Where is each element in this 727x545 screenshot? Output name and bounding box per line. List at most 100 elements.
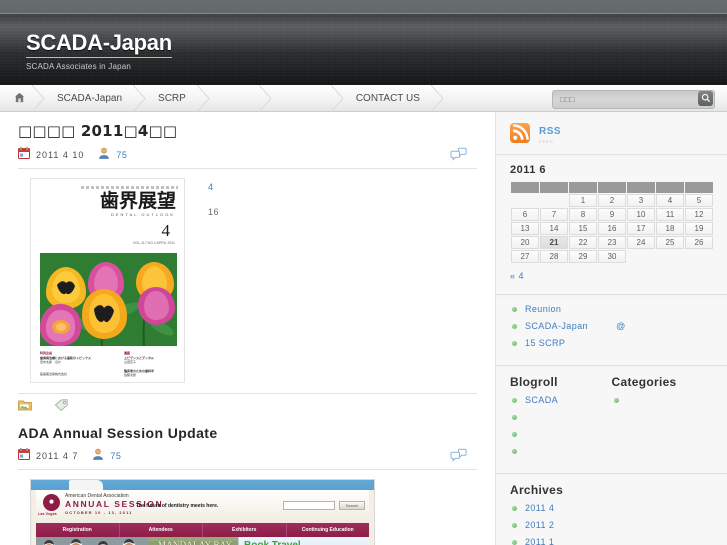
list-item[interactable]: [612, 395, 714, 406]
ada-nav-registration[interactable]: Registration: [36, 523, 119, 537]
calendar-day-27[interactable]: 27: [511, 250, 539, 263]
page-root: SCADA-Japan SCADA Associates in Japan SC…: [0, 0, 727, 545]
calendar-day-empty: [627, 250, 655, 263]
calendar-day-30[interactable]: 30: [598, 250, 626, 263]
post-author[interactable]: 75: [110, 451, 121, 461]
list-item[interactable]: [510, 412, 612, 423]
calendar-day-15[interactable]: 15: [569, 222, 597, 235]
calendar-weekday-sun: [511, 182, 539, 193]
search-button[interactable]: [698, 91, 713, 106]
cover-issue-number: 4: [161, 221, 171, 240]
main-column: □□□□ 2011□4□□ 2011 4 10 75 歯界展望 DENTAL O…: [0, 112, 495, 545]
ada-nav-exhibitors[interactable]: Exhibitors: [202, 523, 286, 537]
calendar-day-26[interactable]: 26: [685, 236, 713, 249]
nav-item-scrp[interactable]: SCRP: [140, 85, 210, 112]
magazine-cover-image[interactable]: 歯界展望 DENTAL OUTLOOK 4 VOL.117 NO.4 APRIL…: [30, 178, 185, 383]
post-side-text: 16: [208, 207, 220, 217]
user-icon: [92, 447, 104, 465]
home-icon: [14, 92, 25, 106]
list-item[interactable]: Reunion: [510, 304, 713, 315]
calendar-day-16[interactable]: 16: [598, 222, 626, 235]
post-title[interactable]: □□□□ 2011□4□□: [18, 122, 477, 140]
tag-icon[interactable]: [54, 398, 68, 416]
list-item[interactable]: SCADA: [510, 395, 612, 406]
calendar-weekday-tue: [569, 182, 597, 193]
calendar-day-12[interactable]: 12: [685, 208, 713, 221]
cover-publisher: 医歯薬出版株式会社: [40, 371, 68, 376]
ada-website-screenshot[interactable]: Las Vegas American Dental Association AN…: [30, 479, 375, 545]
calendar-day-17[interactable]: 17: [627, 222, 655, 235]
calendar-day-21[interactable]: 21: [540, 236, 568, 249]
list-item[interactable]: 15 SCRP: [510, 338, 713, 349]
calendar-day-8[interactable]: 8: [569, 208, 597, 221]
search-input[interactable]: [552, 90, 715, 109]
nav-item-home[interactable]: [0, 85, 45, 112]
calendar-day-14[interactable]: 14: [540, 222, 568, 235]
sidebar-blogroll-categories-block: Blogroll SCADA Categories: [496, 366, 727, 473]
post-author[interactable]: 75: [116, 150, 127, 160]
nav-separator-arrow: [430, 85, 445, 112]
nav-item-blank-2[interactable]: [266, 85, 344, 112]
calendar-weekday-mon: [540, 182, 568, 193]
calendar-prev-link[interactable]: « 4: [510, 271, 524, 281]
post-side-link[interactable]: 4: [208, 182, 328, 192]
site-title: SCADA-Japan: [26, 30, 172, 58]
calendar-day-empty: [656, 250, 684, 263]
calendar-day-24[interactable]: 24: [627, 236, 655, 249]
post-date: 2011 4 10: [36, 149, 85, 160]
calendar-icon: [18, 146, 30, 164]
site-branding: SCADA-Japan SCADA Associates in Japan: [26, 30, 172, 73]
calendar-day-6[interactable]: 6: [511, 208, 539, 221]
list-item[interactable]: SCADA-Japan @: [510, 321, 713, 332]
calendar-day-18[interactable]: 18: [656, 222, 684, 235]
calendar-week-row: 13 14 15 16 17 18 19: [511, 222, 713, 235]
calendar-day-28[interactable]: 28: [540, 250, 568, 263]
comment-icon[interactable]: [450, 448, 467, 468]
ada-nav-continuing-education[interactable]: Continuing Education: [285, 523, 370, 537]
ada-search-input[interactable]: [283, 501, 335, 510]
calendar-day-1[interactable]: 1: [569, 194, 597, 207]
nav-item-blank-1[interactable]: [204, 85, 272, 112]
calendar-day-4[interactable]: 4: [656, 194, 684, 207]
calendar-day-22[interactable]: 22: [569, 236, 597, 249]
nav-item-contact-us[interactable]: CONTACT US: [338, 85, 444, 112]
calendar-day-7[interactable]: 7: [540, 208, 568, 221]
rss-link[interactable]: RSS FEED: [510, 121, 713, 144]
calendar-day-5[interactable]: 5: [685, 194, 713, 207]
list-item[interactable]: [510, 429, 612, 440]
comment-icon[interactable]: [450, 147, 467, 167]
ada-search-button[interactable]: Search: [339, 501, 365, 510]
category-folder-icon[interactable]: [18, 398, 32, 416]
calendar-body: 1 2 3 4 5 6 7 8 9 10 11 12 13 14 15 16 17 18 19 20 21 22 23 24 2…: [511, 194, 713, 263]
calendar-day-23[interactable]: 23: [598, 236, 626, 249]
calendar-day-11[interactable]: 11: [656, 208, 684, 221]
search-area: [552, 89, 715, 109]
ada-travel-promo[interactable]: Book Travel Save on flights to Las Vegas…: [238, 537, 369, 545]
calendar-day-9[interactable]: 9: [598, 208, 626, 221]
calendar-day-29[interactable]: 29: [569, 250, 597, 263]
calendar-day-25[interactable]: 25: [656, 236, 684, 249]
user-icon: [98, 146, 110, 164]
calendar-day-19[interactable]: 19: [685, 222, 713, 235]
main-navigation: SCADA-Japan SCRP CONTACT US □□□: [0, 85, 727, 112]
list-item[interactable]: 2011 4: [510, 503, 713, 514]
list-item[interactable]: 2011 2: [510, 520, 713, 531]
list-item[interactable]: 2011 1: [510, 537, 713, 545]
ada-hero-people-photo: [36, 537, 148, 545]
calendar-day-3[interactable]: 3: [627, 194, 655, 207]
ada-nav-attendees[interactable]: Attendees: [118, 523, 203, 537]
calendar-day-20[interactable]: 20: [511, 236, 539, 249]
post-title[interactable]: ADA Annual Session Update: [18, 425, 477, 441]
calendar-week-row: 12345: [511, 194, 713, 207]
ada-hero-text: MANDALAY BAY: [158, 540, 233, 545]
blogroll-heading: Blogroll: [510, 375, 558, 389]
recent-posts-list: Reunion SCADA-Japan @ 15 SCRP: [510, 304, 713, 349]
nav-item-label: SCRP: [158, 93, 186, 104]
calendar-day-2[interactable]: 2: [598, 194, 626, 207]
cover-credit-small-left: 田中太郎 ほか: [40, 360, 62, 364]
list-item[interactable]: [510, 446, 612, 457]
nav-item-scada-japan[interactable]: SCADA-Japan: [39, 85, 146, 112]
calendar-day-10[interactable]: 10: [627, 208, 655, 221]
ada-site-header: Las Vegas American Dental Association AN…: [36, 490, 369, 523]
calendar-day-13[interactable]: 13: [511, 222, 539, 235]
